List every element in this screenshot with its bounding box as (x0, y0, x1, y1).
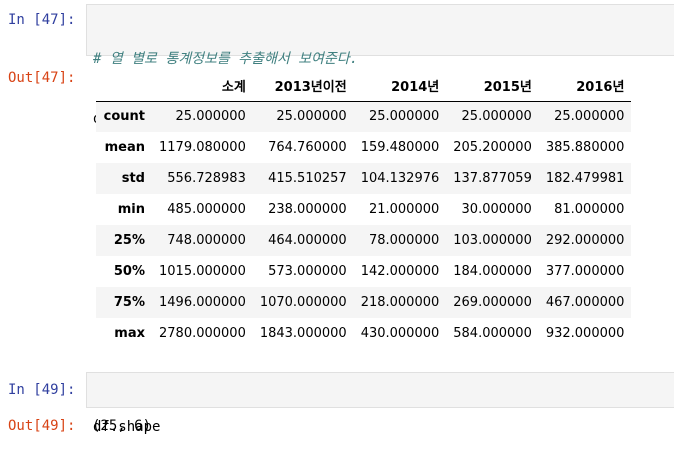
table-cell: 292.000000 (545, 233, 625, 248)
column-header: 2015년 (446, 70, 539, 102)
table-cell: 1070.000000 (259, 295, 347, 310)
column-header: 소계 (152, 70, 253, 102)
table-row: min 485.000000 238.000000 21.000000 30.0… (96, 194, 632, 225)
table-cell: 137.877059 (453, 171, 532, 186)
table-cell: 584.000000 (453, 326, 532, 341)
row-label: 25% (113, 233, 145, 248)
table-cell: 485.000000 (167, 202, 246, 217)
table-cell: 573.000000 (268, 264, 347, 279)
code-cell-47[interactable]: # 열 별로 통계정보를 추출해서 보여준다. df.describe() (86, 4, 674, 127)
table-cell: 81.000000 (554, 202, 625, 217)
column-header: 2013년이전 (252, 70, 354, 102)
table-cell: 932.000000 (545, 326, 625, 341)
table-cell: 25.000000 (368, 109, 440, 125)
table-row: mean 1179.080000 764.760000 159.480000 2… (96, 132, 632, 163)
row-label: count (103, 109, 145, 125)
table-row: 50% 1015.000000 573.000000 142.000000 18… (96, 256, 632, 287)
table-row: std 556.728983 415.510257 104.132976 137… (96, 163, 632, 194)
table-row: 75% 1496.000000 1070.000000 218.000000 2… (96, 287, 632, 318)
output-prompt-47: Out[47]: (8, 70, 76, 86)
table-cell: 78.000000 (368, 233, 440, 248)
table-cell: 377.000000 (545, 264, 625, 279)
table-row: 25% 748.000000 464.000000 78.000000 103.… (96, 225, 632, 256)
table-cell: 142.000000 (360, 264, 440, 279)
table-cell: 30.000000 (461, 202, 532, 217)
table-row: count 25.000000 25.000000 25.000000 25.0… (96, 101, 632, 132)
table-cell: 269.000000 (453, 295, 532, 310)
output-prompt-49: Out[49]: (8, 418, 76, 434)
table-cell: 1179.080000 (159, 140, 246, 155)
code-comment: # 열 별로 통계정보를 추출해서 보여준다. (93, 51, 359, 67)
input-prompt-47: In [47]: (8, 12, 76, 28)
table-row: max 2780.000000 1843.000000 430.000000 5… (96, 318, 632, 349)
input-prompt-49: In [49]: (8, 382, 76, 398)
table-cell: 556.728983 (167, 171, 246, 186)
row-label: 75% (113, 295, 145, 310)
code-cell-49[interactable]: df.shape (86, 372, 674, 435)
table-cell: 104.132976 (360, 171, 440, 186)
table-cell: 2780.000000 (159, 326, 246, 341)
column-header-index (96, 70, 152, 102)
code-line-shape: df.shape (93, 419, 161, 435)
table-cell: 415.510257 (268, 171, 347, 186)
table-cell: 182.479981 (545, 171, 625, 186)
column-header: 2014년 (353, 70, 447, 102)
row-label: 50% (113, 264, 145, 279)
column-header: 2016년 (538, 70, 632, 102)
table-cell: 21.000000 (368, 202, 440, 217)
describe-table: 소계 2013년이전 2014년 2015년 2016년 count 25.00… (96, 70, 632, 349)
table-cell: 25.000000 (554, 109, 625, 125)
table-cell: 238.000000 (268, 202, 347, 217)
table-cell: 159.480000 (360, 140, 440, 155)
table-cell: 103.000000 (453, 233, 532, 248)
table-cell: 1015.000000 (159, 264, 246, 279)
table-cell: 764.760000 (268, 140, 347, 155)
table-cell: 25.000000 (461, 109, 532, 125)
row-label: mean (104, 140, 145, 155)
table-cell: 464.000000 (268, 233, 347, 248)
row-label: std (121, 171, 145, 186)
table-cell: 1496.000000 (159, 295, 246, 310)
row-label: max (114, 326, 145, 341)
table-cell: 467.000000 (545, 295, 625, 310)
row-label: min (117, 202, 145, 217)
table-cell: 205.200000 (453, 140, 532, 155)
table-cell: 184.000000 (453, 264, 532, 279)
table-cell: 430.000000 (360, 326, 440, 341)
shape-output: (25, 6) (92, 418, 152, 434)
table-cell: 218.000000 (360, 295, 440, 310)
table-cell: 385.880000 (545, 140, 625, 155)
table-cell: 1843.000000 (259, 326, 347, 341)
table-cell: 748.000000 (167, 233, 246, 248)
table-cell: 25.000000 (175, 109, 246, 125)
table-header-row: 소계 2013년이전 2014년 2015년 2016년 (96, 70, 632, 102)
table-cell: 25.000000 (276, 109, 347, 125)
